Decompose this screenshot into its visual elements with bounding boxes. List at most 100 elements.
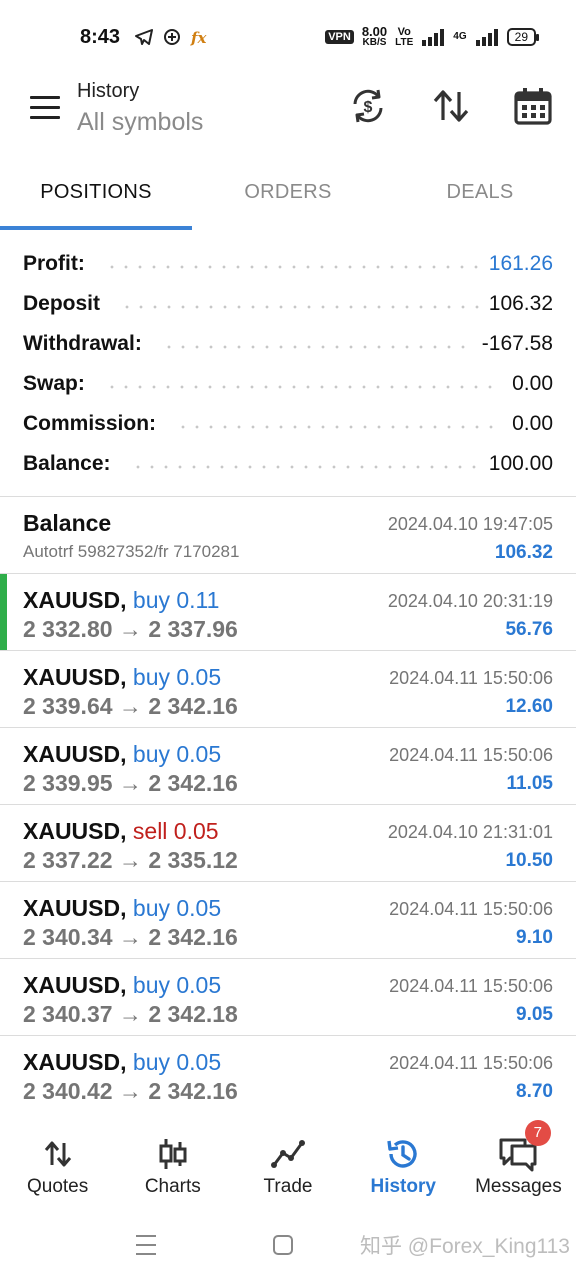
app-header: History All symbols $	[0, 76, 576, 156]
unread-badge: 7	[524, 1120, 551, 1146]
deal-prices: 2 340.34 → 2 342.16	[23, 924, 238, 950]
svg-text:$: $	[364, 99, 373, 116]
tab-deals[interactable]: DEALS	[384, 160, 576, 230]
nav-label: Charts	[144, 1176, 201, 1197]
nav-label: Quotes	[26, 1176, 89, 1197]
volte-indicator: Vo LTE	[395, 26, 414, 48]
deal-side: buy 0.05	[132, 664, 222, 690]
network-speed: 8.00 KB/S	[361, 24, 388, 48]
dotted-leader	[104, 265, 479, 269]
menu-icon[interactable]	[30, 96, 60, 120]
bottom-navigation: Quotes Charts Trade History 7 Messages	[0, 1110, 576, 1210]
deal-profit: 56.76	[505, 619, 553, 640]
deal-profit: 10.50	[505, 850, 553, 871]
deal-profit: 8.70	[516, 1081, 553, 1102]
page-title: History	[77, 80, 140, 102]
deposit-value: 106.32	[488, 292, 553, 315]
nav-label: History	[370, 1176, 436, 1197]
deal-symbol: XAUUSD, buy 0.11	[23, 587, 220, 613]
deal-symbol: XAUUSD, sell 0.05	[23, 818, 219, 844]
deal-time: 2024.04.10 19:47:05	[387, 514, 553, 534]
balance-entry[interactable]: Balance Autotrf 59827352/fr 7170281 2024…	[0, 497, 576, 574]
deal-prices: 2 340.42 → 2 342.16	[23, 1078, 238, 1104]
summary-withdrawal-row: Withdrawal: -167.58	[0, 324, 576, 364]
deal-time: 2024.04.11 15:50:06	[389, 668, 553, 688]
deal-time: 2024.04.11 15:50:06	[389, 899, 553, 919]
balance-value: 100.00	[488, 452, 553, 475]
deal-row[interactable]: XAUUSD, buy 0.05 2 340.42 → 2 342.16 202…	[0, 1036, 576, 1113]
summary-commission-row: Commission: 0.00	[0, 404, 576, 444]
dotted-leader	[104, 385, 503, 389]
location-plus-icon	[164, 29, 180, 45]
charts-icon	[158, 1134, 188, 1174]
deal-prices: 2 337.22 → 2 335.12	[23, 847, 238, 873]
recent-apps-icon[interactable]	[134, 1234, 158, 1256]
swap-value: 0.00	[512, 372, 553, 395]
summary-label: Swap:	[23, 372, 85, 395]
deal-row[interactable]: XAUUSD, buy 0.05 2 339.64 → 2 342.16 202…	[0, 651, 576, 728]
clock: 8:43	[80, 26, 121, 48]
deal-row[interactable]: XAUUSD, sell 0.05 2 337.22 → 2 335.12 20…	[0, 805, 576, 882]
deal-row[interactable]: XAUUSD, buy 0.05 2 340.34 → 2 342.16 202…	[0, 882, 576, 959]
summary-label: Commission:	[23, 412, 157, 435]
deal-symbol: XAUUSD, buy 0.05	[23, 664, 222, 690]
summary-label: Withdrawal:	[23, 332, 142, 355]
calendar-icon[interactable]	[511, 84, 555, 128]
history-tabs: POSITIONS ORDERS DEALS	[0, 160, 576, 230]
currency-exchange-icon[interactable]: $	[346, 84, 390, 128]
deal-side: buy 0.05	[132, 1049, 222, 1075]
battery-icon: 29	[506, 28, 540, 46]
deal-row[interactable]: XAUUSD, buy 0.05 2 339.95 → 2 342.16 202…	[0, 728, 576, 805]
profit-value: 161.26	[488, 252, 553, 275]
deal-side: buy 0.11	[132, 587, 220, 613]
nav-quotes[interactable]: Quotes	[0, 1110, 115, 1210]
nav-messages[interactable]: 7 Messages	[461, 1110, 576, 1210]
deal-profit: 12.60	[505, 696, 553, 717]
tab-positions[interactable]: POSITIONS	[0, 160, 192, 230]
deal-side: buy 0.05	[132, 895, 222, 921]
deal-time: 2024.04.10 21:31:01	[387, 822, 553, 842]
summary-swap-row: Swap: 0.00	[0, 364, 576, 404]
sort-icon[interactable]	[429, 84, 473, 128]
summary-profit-row: Profit: 161.26	[0, 244, 576, 284]
summary-label: Balance:	[23, 452, 111, 475]
system-indicators: VPN 8.00 KB/S Vo LTE 4G 29	[325, 24, 540, 48]
deal-profit: 9.05	[516, 1004, 553, 1025]
deal-time: 2024.04.10 20:31:19	[387, 591, 553, 611]
app-notification-icon: fx	[190, 29, 207, 47]
dotted-leader	[120, 305, 479, 309]
nav-label: Trade	[263, 1176, 313, 1197]
signal-icon	[422, 29, 445, 46]
deal-symbol: XAUUSD, buy 0.05	[23, 741, 222, 767]
nav-label: Messages	[475, 1176, 562, 1197]
deal-prices: 2 340.37 → 2 342.18	[23, 1001, 238, 1027]
symbol-filter[interactable]: All symbols	[77, 108, 203, 137]
vpn-badge: VPN	[325, 30, 354, 44]
deal-profit: 11.05	[506, 773, 554, 794]
status-bar: 8:43 fx VPN 8.00 KB/S Vo LTE 4G 29	[0, 0, 576, 76]
balance-title: Balance	[23, 510, 112, 536]
deals-list: Balance Autotrf 59827352/fr 7170281 2024…	[0, 497, 576, 1113]
summary-label: Deposit	[23, 292, 101, 315]
summary-panel: Profit: 161.26 Deposit 106.32 Withdrawal…	[0, 244, 576, 484]
home-icon[interactable]	[272, 1234, 294, 1256]
summary-label: Profit:	[23, 252, 85, 275]
tab-orders[interactable]: ORDERS	[192, 160, 384, 230]
deal-row[interactable]: XAUUSD, buy 0.05 2 340.37 → 2 342.18 202…	[0, 959, 576, 1036]
deal-side: buy 0.05	[132, 972, 222, 998]
deal-time: 2024.04.11 15:50:06	[389, 745, 553, 765]
deal-prices: 2 339.95 → 2 342.16	[23, 770, 238, 796]
dotted-leader	[176, 425, 503, 429]
system-navigation-bar: 知乎 @Forex_King113	[0, 1210, 576, 1280]
nav-history[interactable]: History	[346, 1110, 461, 1210]
nav-charts[interactable]: Charts	[115, 1110, 230, 1210]
deal-side: sell 0.05	[132, 818, 219, 844]
deal-time: 2024.04.11 15:50:06	[389, 976, 553, 996]
deal-row[interactable]: XAUUSD, buy 0.11 2 332.80 → 2 337.96 202…	[0, 574, 576, 651]
summary-balance-row: Balance: 100.00	[0, 444, 576, 484]
nav-trade[interactable]: Trade	[230, 1110, 345, 1210]
trade-icon	[271, 1134, 305, 1174]
deal-prices: 2 332.80 → 2 337.96	[23, 616, 238, 642]
network-type: 4G	[453, 31, 467, 42]
deal-profit: 9.10	[516, 927, 553, 948]
